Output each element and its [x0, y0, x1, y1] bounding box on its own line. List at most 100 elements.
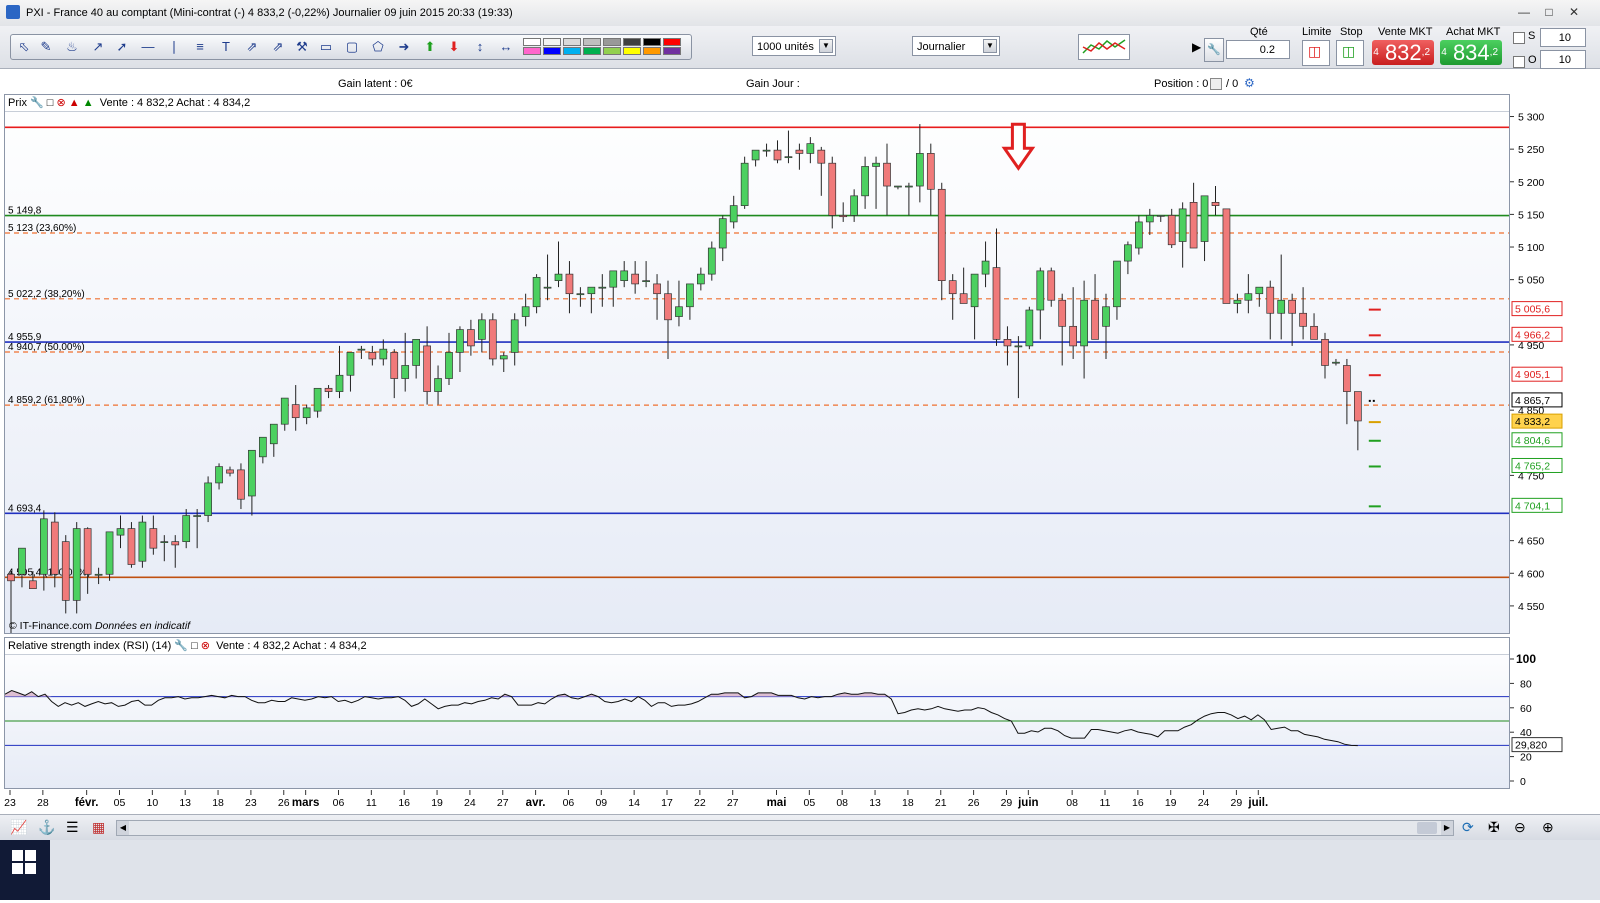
color-swatch[interactable]	[663, 38, 681, 46]
title-bar: PXI - France 40 au comptant (Mini-contra…	[0, 0, 1600, 27]
crosshair-icon[interactable]: ✠	[1488, 819, 1500, 836]
maximize-button[interactable]: □	[1540, 4, 1558, 20]
wrench-icon[interactable]: 🔧	[30, 97, 44, 109]
o-checkbox[interactable]	[1513, 56, 1525, 68]
chart-icon[interactable]: 📈	[10, 819, 27, 836]
chevron-down-icon[interactable]: ▼	[819, 39, 833, 53]
arrow-down-icon[interactable]: ⬇	[445, 38, 463, 56]
window-title: PXI - France 40 au comptant (Mini-contra…	[26, 7, 513, 19]
close-panel-icon[interactable]: ⊗	[201, 640, 210, 652]
indicator-button[interactable]	[1078, 34, 1130, 60]
grid-icon[interactable]: ▦	[92, 819, 105, 836]
move-down-icon[interactable]: ▲	[83, 97, 94, 109]
anchor-icon[interactable]: ⚓	[38, 819, 55, 836]
color-swatch[interactable]	[563, 47, 581, 55]
fan-icon[interactable]: ⇗	[269, 38, 287, 56]
color-swatch[interactable]	[543, 47, 561, 55]
x-tick-label: 23	[245, 797, 257, 809]
color-swatch[interactable]	[583, 38, 601, 46]
horizontal-scrollbar[interactable]: ◀ ▶	[116, 820, 1454, 836]
color-swatch[interactable]	[623, 47, 641, 55]
candle-body	[182, 515, 191, 542]
candle-body	[445, 352, 453, 379]
chevron-down-icon[interactable]: ▼	[983, 39, 997, 53]
period-select[interactable]: Journalier ▼	[912, 36, 1000, 56]
o-input[interactable]: 10	[1540, 50, 1586, 69]
s-input[interactable]: 10	[1540, 28, 1586, 47]
s-checkbox[interactable]	[1513, 32, 1525, 44]
start-button[interactable]	[0, 840, 50, 900]
price-tag-label: 4 704,1	[1515, 500, 1550, 512]
level-label: 5 123 (23,60%)	[8, 223, 76, 234]
ray-line-icon[interactable]: ➚	[113, 38, 131, 56]
horizontal-line-icon[interactable]: —	[139, 38, 157, 56]
window-icon[interactable]: □	[47, 97, 54, 109]
sync-icon[interactable]: ⟳	[1462, 819, 1474, 836]
price-tag-label: 4 966,2	[1515, 329, 1550, 341]
color-swatch[interactable]	[643, 47, 661, 55]
lot-size-select[interactable]: 1000 unités ▼	[752, 36, 836, 56]
x-tick-label: 17	[661, 797, 673, 809]
sell-mkt-button[interactable]: 4 832,2	[1372, 40, 1434, 65]
color-swatch[interactable]	[603, 38, 621, 46]
polygon-icon[interactable]: ⬠	[369, 38, 387, 56]
color-swatch[interactable]	[543, 38, 561, 46]
text-tool-icon[interactable]: T	[217, 38, 235, 56]
close-button[interactable]: ✕	[1565, 4, 1583, 20]
scroll-right-icon[interactable]: ▶	[1441, 821, 1453, 835]
candlestick-chart[interactable]: 5 149,8 5 123 (23,60%) 5 022,2 (38,20%) 4 9…	[5, 111, 1509, 633]
arrow-up-icon[interactable]: ⬆	[421, 38, 439, 56]
color-swatch[interactable]	[583, 47, 601, 55]
color-swatch[interactable]	[523, 38, 541, 46]
candle-body	[806, 143, 815, 154]
color-swatch[interactable]	[623, 38, 641, 46]
zoom-in-icon[interactable]: ⊕	[1542, 819, 1554, 836]
pencil-icon[interactable]: ✎	[37, 38, 55, 56]
stop-order-button[interactable]: ◫	[1336, 40, 1364, 66]
color-swatch[interactable]	[663, 47, 681, 55]
position-detail-icon[interactable]	[1210, 78, 1222, 90]
scroll-thumb[interactable]	[1417, 822, 1437, 834]
gear-icon[interactable]: ⚙	[1244, 76, 1255, 90]
candle-body	[872, 162, 880, 167]
sell-price: 832	[1384, 40, 1422, 65]
tools-icon[interactable]: ⚒	[293, 38, 311, 56]
candle-body	[1047, 270, 1056, 301]
zoom-out-icon[interactable]: ⊖	[1514, 819, 1526, 836]
trash-icon[interactable]: ▭	[317, 38, 335, 56]
x-tick-label: 08	[1066, 797, 1078, 809]
color-swatch[interactable]	[603, 47, 621, 55]
buy-mkt-button[interactable]: 4 834,2	[1440, 40, 1502, 65]
vertical-measure-icon[interactable]: ↕	[471, 38, 489, 56]
color-swatch[interactable]	[643, 38, 661, 46]
period-value: Journalier	[917, 41, 966, 53]
color-swatch[interactable]	[523, 47, 541, 55]
candle-body	[346, 352, 355, 376]
limit-order-button[interactable]: ◫	[1302, 40, 1330, 66]
list-icon[interactable]: ☰	[66, 819, 79, 836]
fibonacci-icon[interactable]: ≡	[191, 38, 209, 56]
cursor-icon[interactable]: ⬁	[15, 38, 33, 56]
wrench-icon[interactable]: 🔧	[174, 640, 188, 652]
close-panel-icon[interactable]: ⊗	[57, 97, 66, 109]
vertical-line-icon[interactable]: ∣	[165, 38, 183, 56]
minimize-button[interactable]: —	[1515, 4, 1533, 20]
alarm-bell-icon[interactable]: ♨	[63, 38, 81, 56]
horizontal-measure-icon[interactable]: ↔	[497, 38, 515, 56]
candle-body	[171, 541, 180, 546]
channel-icon[interactable]: ⇗	[243, 38, 261, 56]
gain-jour: Gain Jour :	[746, 78, 800, 90]
candle-body	[740, 162, 749, 206]
play-icon[interactable]: ▶	[1192, 40, 1201, 54]
move-up-icon[interactable]: ▲	[69, 97, 80, 109]
color-swatch[interactable]	[563, 38, 581, 46]
qty-input[interactable]: 0.2	[1226, 40, 1290, 59]
trend-line-icon[interactable]: ↗	[89, 38, 107, 56]
rsi-chart[interactable]	[5, 654, 1509, 788]
arrow-right-icon[interactable]: ➜	[395, 38, 413, 56]
rectangle-icon[interactable]: ▢	[343, 38, 361, 56]
scroll-left-icon[interactable]: ◀	[117, 821, 129, 835]
wrench-icon[interactable]: 🔧	[1204, 38, 1224, 62]
limit-label: Limite	[1302, 26, 1332, 38]
window-icon[interactable]: □	[191, 640, 198, 652]
